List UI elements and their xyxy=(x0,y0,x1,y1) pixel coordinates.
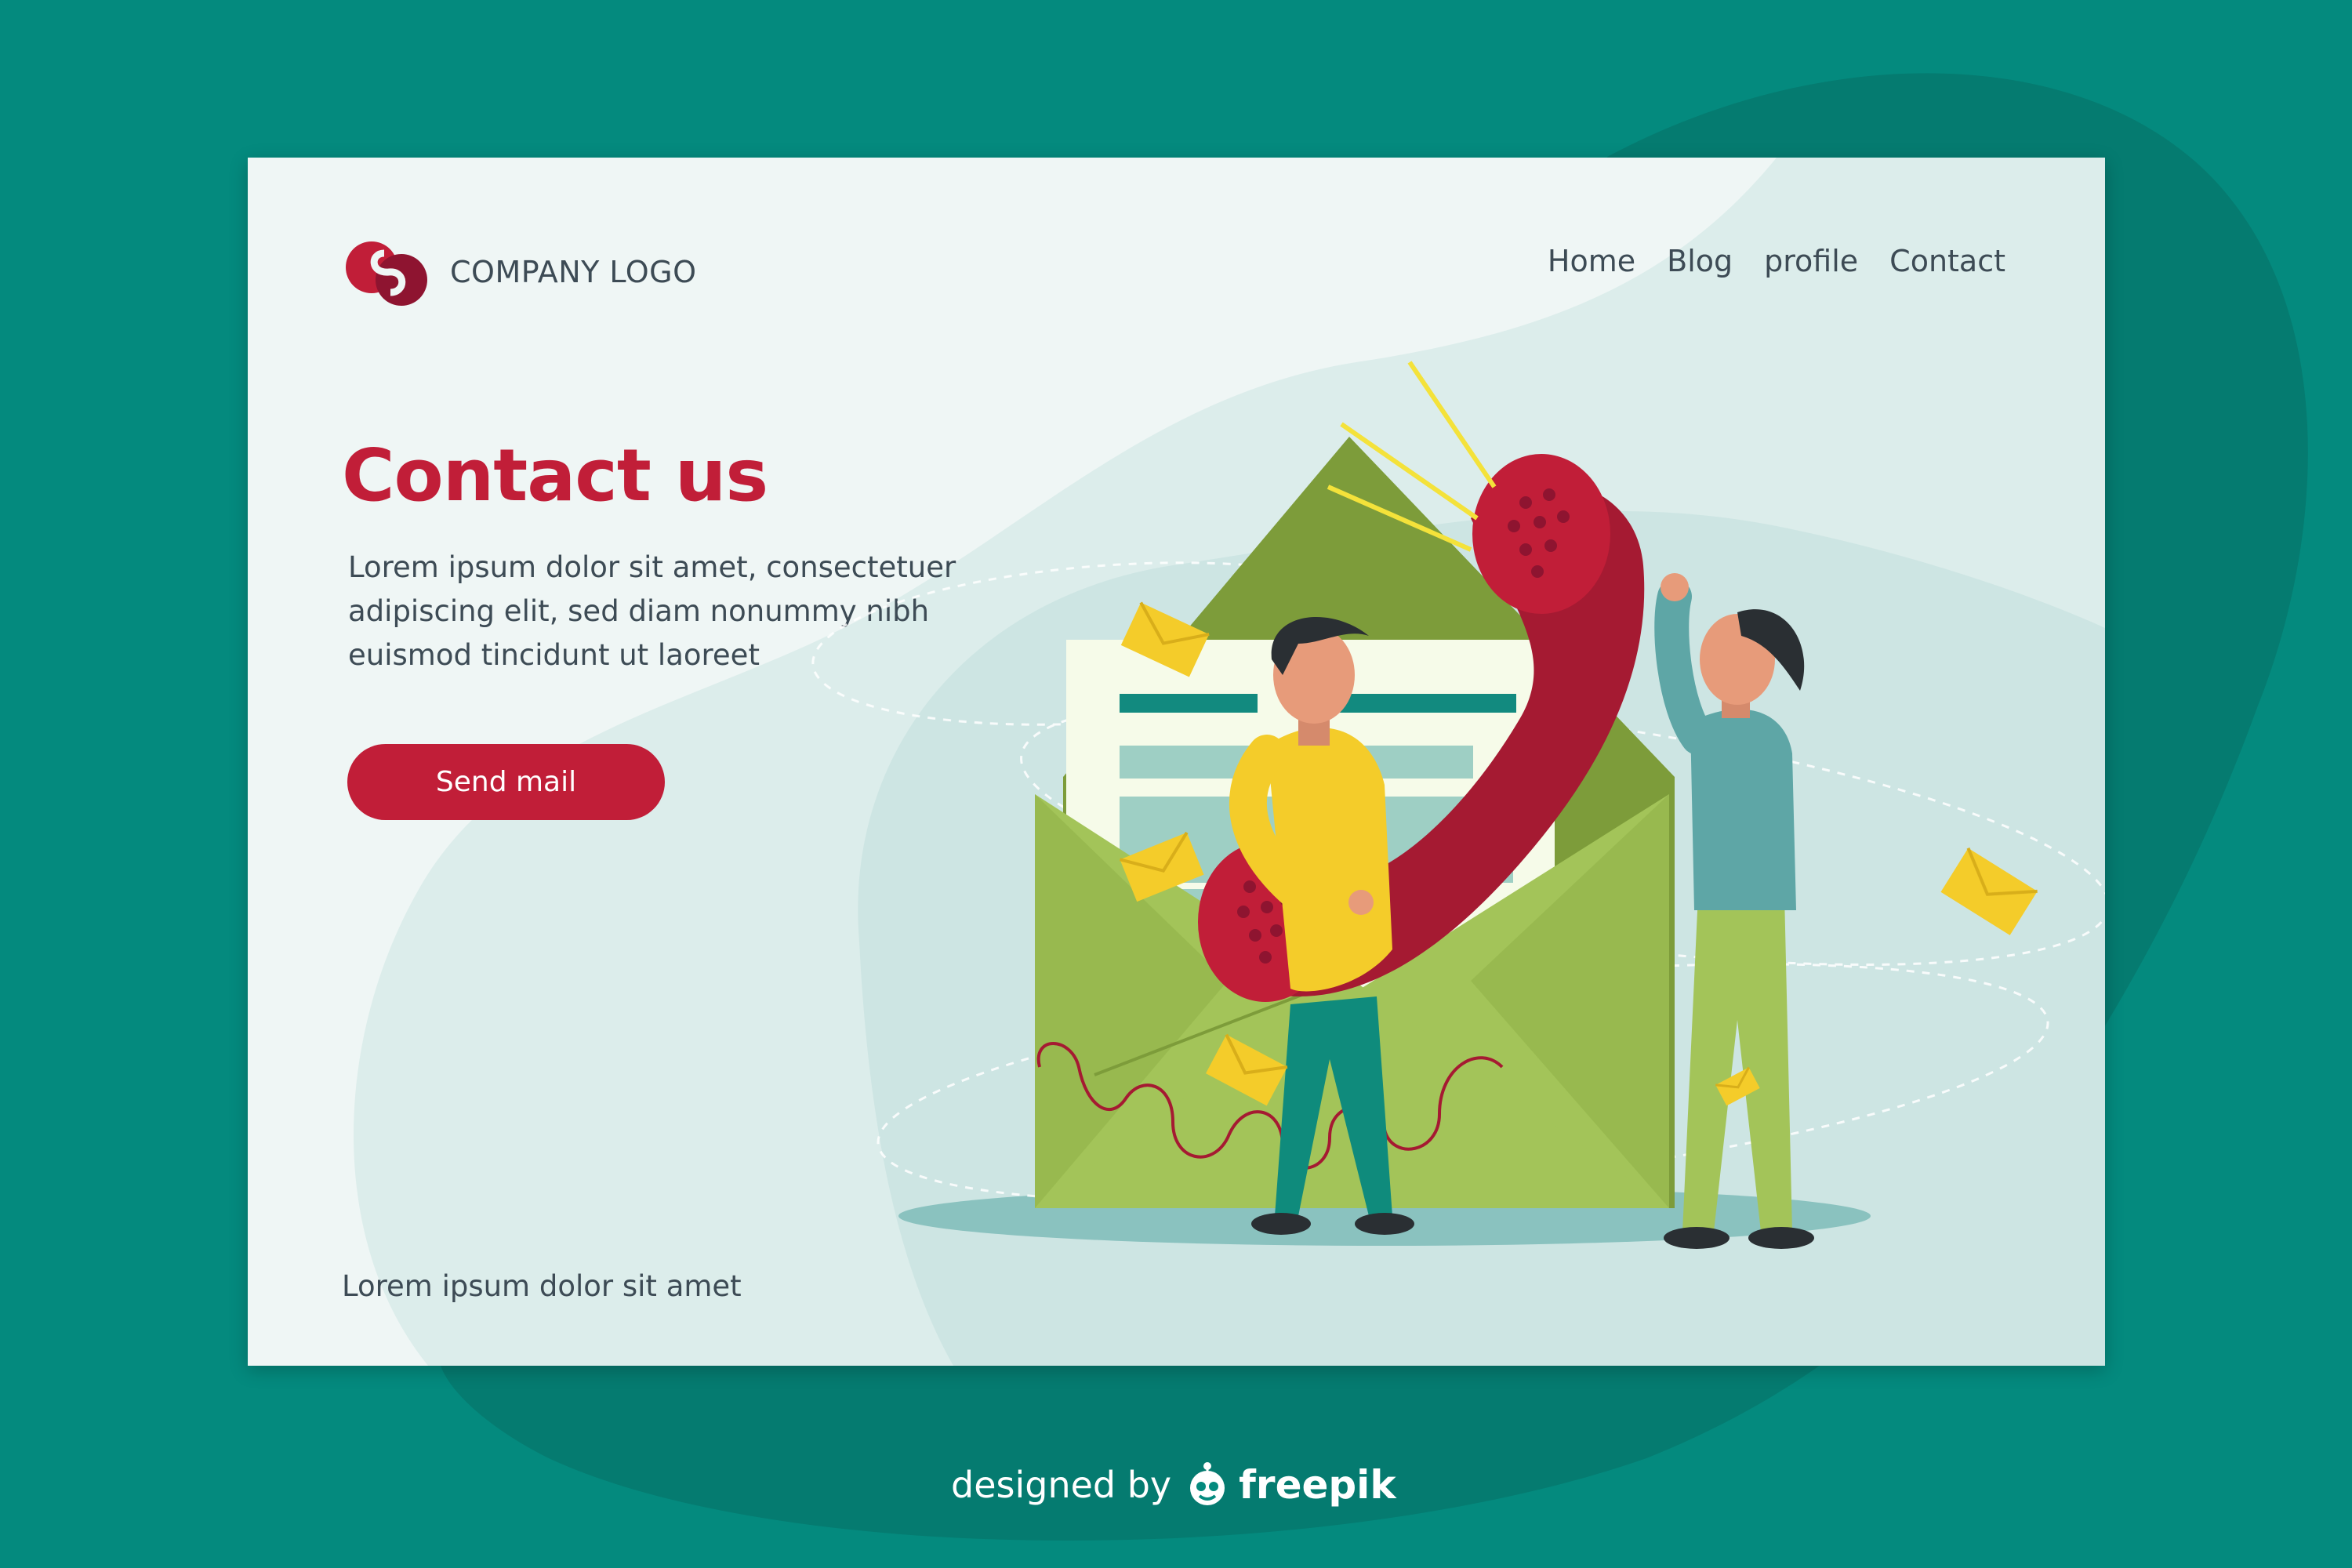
freepik-credit[interactable]: designed by freepik xyxy=(951,1460,1396,1510)
landing-card: COMPANY LOGO Home Blog profile Contact C… xyxy=(248,158,2105,1366)
freepik-logo-icon xyxy=(1190,1462,1225,1505)
credit-brand: freepik xyxy=(1239,1462,1396,1508)
person-teal-shirt xyxy=(1654,573,1814,1249)
contact-illustration xyxy=(811,361,2105,1249)
credit-prefix: designed by xyxy=(951,1464,1172,1506)
